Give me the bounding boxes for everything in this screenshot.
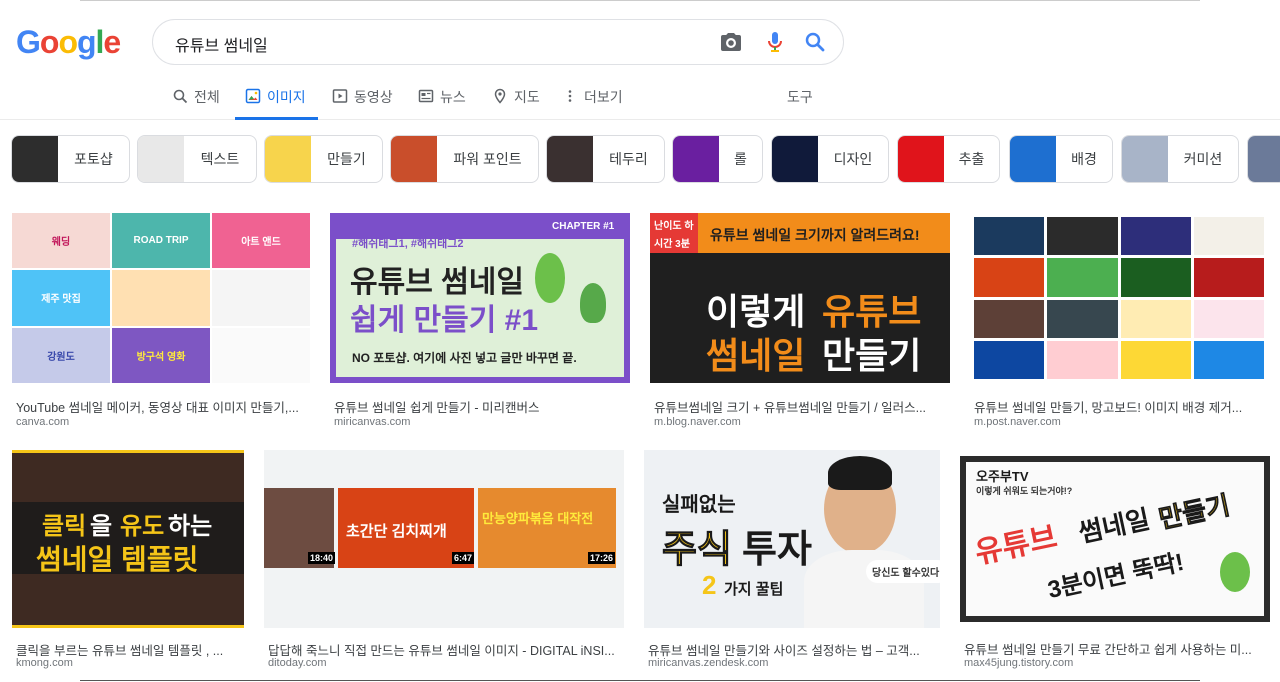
result-image[interactable]: #해쉬태그1, #해쉬태그2 CHAPTER #1 유튜브 썸네일 쉽게 만들기… <box>330 213 630 383</box>
logo-letter: e <box>103 24 121 60</box>
chip-label: 배경 <box>1071 151 1097 167</box>
result-source[interactable]: miricanvas.com <box>334 416 410 428</box>
logo-letter: o <box>39 24 60 60</box>
chip-label: 디자인 <box>833 151 873 167</box>
chip-label: 추출 <box>958 151 985 167</box>
result-source[interactable]: m.post.naver.com <box>974 416 1061 428</box>
result-card[interactable]: 클릭 을 유도 하는 썸네일 템플릿 클릭을 부르는 유튜브 썸네일 템플릿 ,… <box>12 450 244 672</box>
tab-label: 더보기 <box>584 89 623 105</box>
result-title[interactable]: 유튜브 썸네일 만들기 무료 간단하고 쉽게 사용하는 미... <box>964 639 1268 658</box>
result-image[interactable]: 웨딩 ROAD TRIP 아트 앤드 제주 맛집 강원도 방구석 영화 <box>12 213 310 383</box>
result-card[interactable]: 오주부TV 이렇게 쉬워도 되는거야!? 유튜브 썸네일 만들기 3분이면 뚝딱… <box>960 456 1270 672</box>
chip-label: 만들기 <box>327 151 366 167</box>
header: Google 유튜브 썸네일 전체 이미지 동영상 뉴스 지도 더보기 도구 <box>0 0 1280 120</box>
video-icon <box>332 89 348 103</box>
chip-6[interactable]: 디자인 <box>771 135 889 183</box>
result-image[interactable]: 오주부TV 이렇게 쉬워도 되는거야!? 유튜브 썸네일 만들기 3분이면 뚝딱… <box>960 456 1270 622</box>
logo-letter: o <box>58 24 78 60</box>
chip-7[interactable]: 추출 <box>897 135 1000 183</box>
microphone-icon[interactable] <box>763 30 787 54</box>
result-card[interactable]: 유튜브 썸네일 만들기, 망고보드! 이미지 배경 제거... m.post.n… <box>970 213 1268 428</box>
result-image[interactable] <box>970 213 1268 383</box>
result-source[interactable]: max45jung.tistory.com <box>964 657 1073 669</box>
chip-8[interactable]: 배경 <box>1009 135 1113 183</box>
chip-2[interactable]: 만들기 <box>264 135 383 183</box>
result-image[interactable]: 실패없는 주식 투자 2 가지 꿀팁 당신도 할수있다! <box>644 450 940 628</box>
related-search-chips: 포토샵 텍스트 만들기 파워 포인트 테두리 롤 디자인 추출 배경 커미션 <box>11 135 1280 185</box>
tab-maps[interactable]: 지도 <box>492 78 540 120</box>
chip-3[interactable]: 파워 포인트 <box>390 135 539 183</box>
chip-thumbnail <box>138 136 184 182</box>
result-card[interactable]: 18:40 6:47 17:26 초간단 김치찌개 만능양파볶음 대작전 답답해… <box>264 450 624 672</box>
chip-thumbnail <box>1122 136 1168 182</box>
tab-label: 뉴스 <box>440 89 466 105</box>
tab-label: 전체 <box>194 89 220 105</box>
result-card[interactable]: 난이도 하 시간 3분 유튜브 썸네일 크기까지 알려드려요! 이렇게 유튜브 … <box>650 213 950 428</box>
result-source[interactable]: canva.com <box>16 416 69 428</box>
result-source[interactable]: kmong.com <box>16 657 73 669</box>
chip-9[interactable]: 커미션 <box>1121 135 1239 183</box>
chip-label: 텍스트 <box>200 151 240 167</box>
result-image[interactable]: 클릭 을 유도 하는 썸네일 템플릿 <box>12 450 244 628</box>
tab-all[interactable]: 전체 <box>172 78 220 120</box>
result-title[interactable]: 유튜브 썸네일 쉽게 만들기 - 미리캔버스 <box>334 397 628 416</box>
result-card[interactable]: #해쉬태그1, #해쉬태그2 CHAPTER #1 유튜브 썸네일 쉽게 만들기… <box>330 213 630 428</box>
chip-label: 커미션 <box>1183 151 1223 167</box>
chip-label: 롤 <box>734 151 747 167</box>
logo-letter: g <box>76 24 97 60</box>
logo-letter: l <box>95 24 105 60</box>
google-logo[interactable]: Google <box>16 24 121 61</box>
chip-thumbnail <box>547 136 593 182</box>
result-title[interactable]: 유튜브썸네일 크기 + 유튜브썸네일 만들기 / 일러스... <box>654 397 948 416</box>
result-source[interactable]: ditoday.com <box>268 657 327 669</box>
image-icon <box>245 88 261 104</box>
map-pin-icon <box>494 88 506 104</box>
chip-5[interactable]: 롤 <box>672 135 763 183</box>
more-vert-icon <box>568 90 572 102</box>
tab-images[interactable]: 이미지 <box>235 78 318 120</box>
chip-thumbnail <box>673 136 719 182</box>
result-source[interactable]: miricanvas.zendesk.com <box>648 657 768 669</box>
chip-thumbnail <box>265 136 311 182</box>
chip-1[interactable]: 텍스트 <box>137 135 257 183</box>
tab-label: 이미지 <box>267 89 306 105</box>
chip-thumbnail <box>12 136 58 182</box>
camera-icon[interactable] <box>719 30 743 54</box>
chip-overflow[interactable] <box>1247 135 1280 183</box>
chip-4[interactable]: 테두리 <box>546 135 665 183</box>
search-icon <box>173 89 188 104</box>
chip-0[interactable]: 포토샵 <box>11 135 130 183</box>
chip-label: 파워 포인트 <box>453 151 522 167</box>
tab-news[interactable]: 뉴스 <box>418 78 466 120</box>
result-card[interactable]: 실패없는 주식 투자 2 가지 꿀팁 당신도 할수있다! 유튜브 썸네일 만들기… <box>644 450 940 672</box>
tab-videos[interactable]: 동영상 <box>332 78 393 120</box>
result-image[interactable]: 18:40 6:47 17:26 초간단 김치찌개 만능양파볶음 대작전 <box>264 450 624 628</box>
tools-button[interactable]: 도구 <box>787 87 813 107</box>
search-input[interactable]: 유튜브 썸네일 <box>175 32 268 56</box>
chip-thumbnail <box>1010 136 1056 182</box>
result-card[interactable]: 웨딩 ROAD TRIP 아트 앤드 제주 맛집 강원도 방구석 영화 YouT… <box>12 213 310 428</box>
logo-letter: G <box>16 24 41 60</box>
chip-label: 테두리 <box>609 151 648 167</box>
search-icon[interactable] <box>803 30 827 54</box>
tab-label: 지도 <box>514 89 540 105</box>
chip-thumbnail <box>772 136 818 182</box>
tab-label: 동영상 <box>354 89 393 105</box>
result-image[interactable]: 난이도 하 시간 3분 유튜브 썸네일 크기까지 알려드려요! 이렇게 유튜브 … <box>650 213 950 383</box>
chip-thumbnail <box>391 136 437 182</box>
chip-label: 포토샵 <box>74 151 113 167</box>
result-source[interactable]: m.blog.naver.com <box>654 416 741 428</box>
tab-more[interactable]: 더보기 <box>562 78 623 120</box>
bottom-divider <box>80 680 1200 681</box>
chip-thumbnail <box>898 136 944 182</box>
search-box[interactable]: 유튜브 썸네일 <box>152 19 844 65</box>
result-title[interactable]: YouTube 썸네일 메이커, 동영상 대표 이미지 만들기,... <box>16 397 308 416</box>
chip-thumbnail <box>1248 136 1280 182</box>
news-icon <box>418 89 434 103</box>
result-title[interactable]: 유튜브 썸네일 만들기, 망고보드! 이미지 배경 제거... <box>974 397 1266 416</box>
